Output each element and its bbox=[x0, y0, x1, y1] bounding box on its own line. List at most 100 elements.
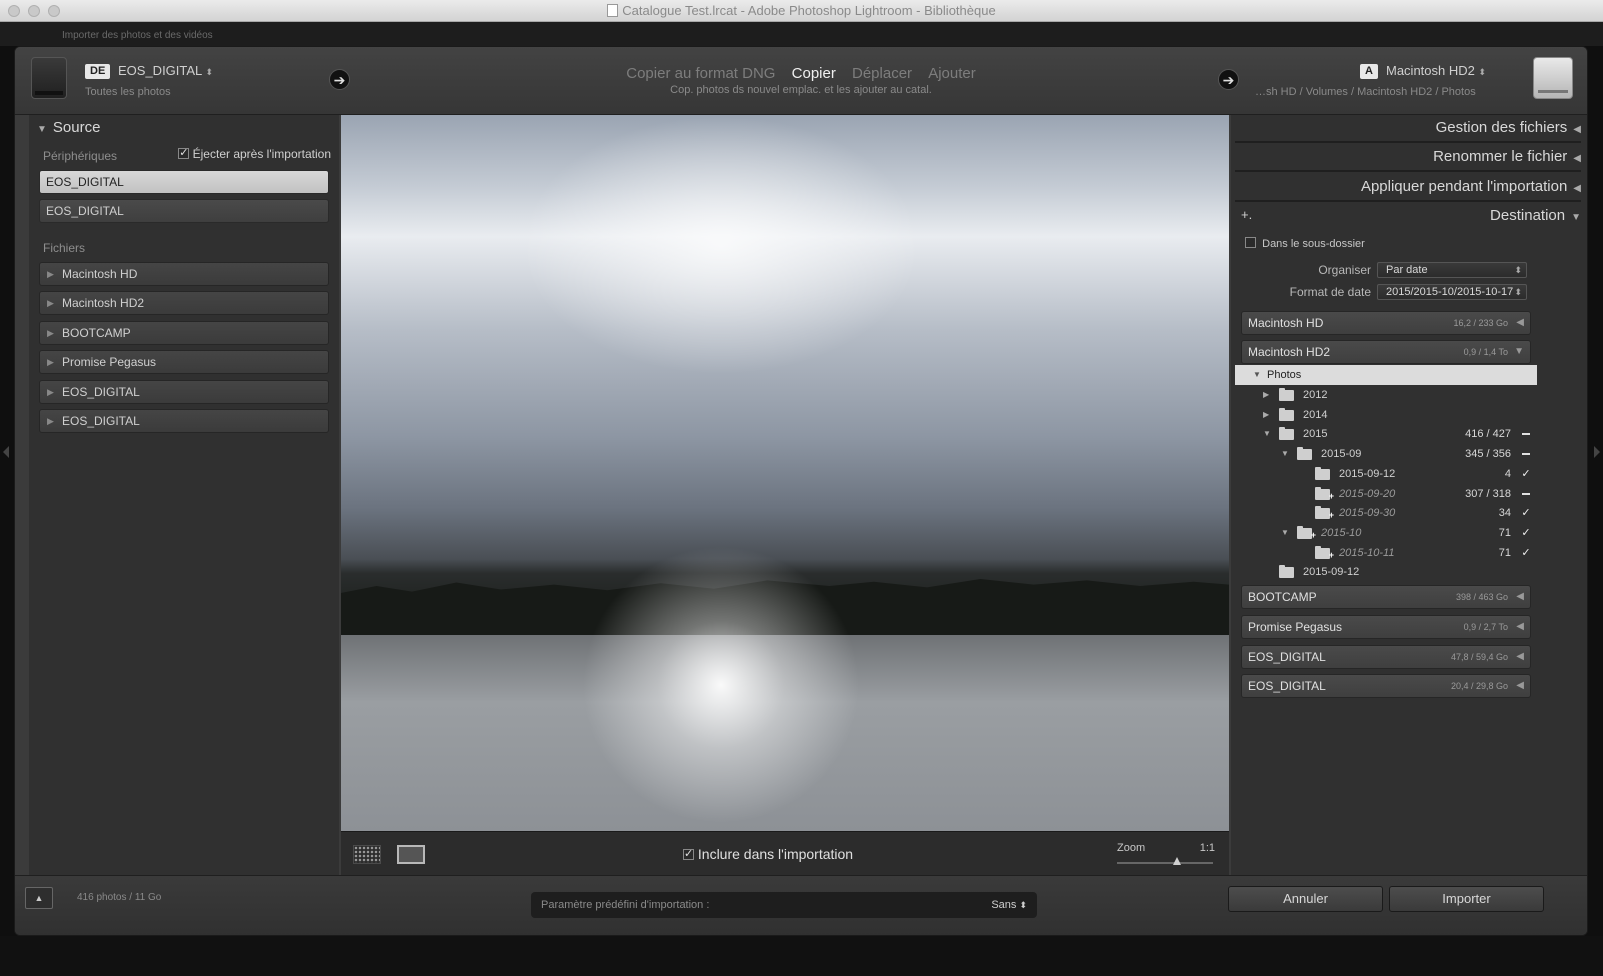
file-source-label: Macintosh HD2 bbox=[62, 296, 145, 310]
volume-name: EOS_DIGITAL bbox=[1248, 679, 1326, 693]
divider bbox=[1235, 141, 1581, 143]
tree-row[interactable]: ▶ 2014 bbox=[1235, 405, 1537, 425]
file-source-item[interactable]: ▶ Macintosh HD2 bbox=[39, 291, 329, 315]
mode-copy-dng[interactable]: Copier au format DNG bbox=[626, 65, 775, 82]
import-button[interactable]: Importer bbox=[1389, 886, 1544, 912]
subfolder-label: Dans le sous-dossier bbox=[1262, 238, 1365, 250]
triangle-right-icon: ▶ bbox=[47, 416, 54, 426]
window-title: Catalogue Test.lrcat - Adobe Photoshop L… bbox=[0, 3, 1603, 18]
add-folder-icon[interactable]: +. bbox=[1241, 207, 1252, 222]
organize-select[interactable]: Par date ⬍ bbox=[1377, 262, 1527, 278]
tree-row[interactable]: 2015-09-20 307 / 318 bbox=[1235, 484, 1537, 506]
volume-macintosh-hd2[interactable]: Macintosh HD2 0,9 / 1,4 To ▼ bbox=[1241, 340, 1531, 364]
mode-copy[interactable]: Copier bbox=[792, 65, 836, 82]
updown-icon: ⬍ bbox=[1514, 265, 1522, 275]
organize-label: Organiser bbox=[1318, 263, 1371, 277]
checkmark-icon[interactable]: ✓ bbox=[1521, 528, 1531, 539]
file-source-item[interactable]: ▶ EOS_DIGITAL bbox=[39, 409, 329, 433]
import-header: DE EOS_DIGITAL ⬍ Toutes les photos ➔ Cop… bbox=[15, 47, 1587, 115]
zoom-label: Zoom bbox=[1117, 842, 1146, 854]
checkmark-icon[interactable]: ✓ bbox=[1521, 469, 1531, 480]
sky-glow bbox=[521, 115, 921, 375]
checkbox-icon bbox=[178, 146, 190, 159]
tree-count: 71 bbox=[1498, 547, 1511, 559]
left-panel-toggle-icon[interactable] bbox=[3, 446, 9, 458]
zoom-slider-track[interactable] bbox=[1117, 862, 1213, 864]
new-folder-icon bbox=[1315, 486, 1334, 506]
grid-view-icon[interactable] bbox=[353, 845, 381, 864]
device-item-eos-digital-2[interactable]: EOS_DIGITAL bbox=[39, 199, 329, 223]
volume-macintosh-hd[interactable]: Macintosh HD 16,2 / 233 Go ◀ bbox=[1241, 311, 1531, 335]
window-titlebar: Catalogue Test.lrcat - Adobe Photoshop L… bbox=[0, 0, 1603, 22]
mode-add[interactable]: Ajouter bbox=[928, 65, 976, 82]
cancel-button[interactable]: Annuler bbox=[1228, 886, 1383, 912]
partial-selection-icon[interactable] bbox=[1521, 429, 1531, 439]
import-dialog: DE EOS_DIGITAL ⬍ Toutes les photos ➔ Cop… bbox=[14, 46, 1588, 936]
file-source-item[interactable]: ▶ BOOTCAMP bbox=[39, 321, 329, 345]
volume-eos-digital-2[interactable]: EOS_DIGITAL 20,4 / 29,8 Go ◀ bbox=[1241, 674, 1531, 698]
file-source-item[interactable]: ▶ Promise Pegasus bbox=[39, 350, 329, 374]
file-source-item[interactable]: ▶ Macintosh HD bbox=[39, 262, 329, 286]
tree-label: 2015 bbox=[1303, 428, 1328, 440]
checkmark-icon[interactable]: ✓ bbox=[1521, 508, 1531, 519]
subfolder-checkbox[interactable]: Dans le sous-dossier bbox=[1245, 237, 1365, 250]
tree-label: 2015-09-20 bbox=[1339, 488, 1396, 500]
date-format-select[interactable]: 2015/2015-10/2015-10-17 ⬍ bbox=[1377, 284, 1527, 300]
folder-icon bbox=[1297, 447, 1312, 460]
file-source-label: EOS_DIGITAL bbox=[62, 385, 140, 399]
devices-label: Périphériques bbox=[43, 149, 118, 163]
tree-label: 2015-09 bbox=[1321, 448, 1362, 460]
eject-after-import-checkbox[interactable]: Éjecter après l'importation bbox=[178, 146, 331, 161]
new-folder-icon bbox=[1297, 525, 1316, 545]
loupe-photo-preview[interactable] bbox=[341, 115, 1229, 831]
loupe-view-icon[interactable] bbox=[397, 845, 425, 864]
source-panel-header[interactable]: ▼ Source bbox=[37, 119, 100, 145]
volume-eos-digital-1[interactable]: EOS_DIGITAL 47,8 / 59,4 Go ◀ bbox=[1241, 645, 1531, 669]
destination-header[interactable]: Destination ▼ bbox=[1490, 207, 1581, 233]
triangle-left-icon: ◀ bbox=[1516, 621, 1524, 632]
partial-selection-icon[interactable] bbox=[1521, 449, 1531, 459]
tree-row[interactable]: ▼ 2015-09 345 / 356 bbox=[1235, 444, 1537, 464]
device-item-eos-digital-1[interactable]: EOS_DIGITAL bbox=[39, 170, 329, 194]
collapse-up-icon[interactable]: ▲ bbox=[25, 887, 53, 909]
destination-selector[interactable]: Macintosh HD2 ⬍ bbox=[1386, 63, 1486, 78]
tree-row[interactable]: ▶ 2012 bbox=[1235, 385, 1537, 405]
include-label: Inclure dans l'importation bbox=[697, 846, 854, 862]
volume-name: EOS_DIGITAL bbox=[1248, 650, 1326, 664]
window-title-text: Catalogue Test.lrcat - Adobe Photoshop L… bbox=[622, 3, 996, 18]
volume-bootcamp[interactable]: BOOTCAMP 398 / 463 Go ◀ bbox=[1241, 585, 1531, 609]
file-source-label: BOOTCAMP bbox=[62, 326, 131, 340]
tree-count: 345 / 356 bbox=[1465, 448, 1511, 460]
updown-icon: ⬍ bbox=[1478, 67, 1487, 77]
tree-row[interactable]: 2015-09-30 34 ✓ bbox=[1235, 503, 1537, 525]
file-source-label: EOS_DIGITAL bbox=[62, 414, 140, 428]
include-in-import-checkbox[interactable]: Inclure dans l'importation bbox=[683, 846, 853, 862]
partial-selection-icon[interactable] bbox=[1521, 489, 1531, 499]
folder-icon bbox=[1279, 427, 1294, 440]
tree-row-photos[interactable]: ▼ Photos bbox=[1235, 365, 1537, 385]
triangle-down-icon: ▼ bbox=[1281, 449, 1289, 458]
section-title: Destination bbox=[1490, 207, 1566, 224]
tree-row[interactable]: ▼ 2015 416 / 427 bbox=[1235, 424, 1537, 444]
tree-row[interactable]: ▼ 2015-10 71 ✓ bbox=[1235, 523, 1537, 545]
volume-capacity: 398 / 463 Go bbox=[1455, 592, 1508, 602]
tree-row[interactable]: 2015-10-11 71 ✓ bbox=[1235, 543, 1537, 565]
volume-capacity: 16,2 / 233 Go bbox=[1453, 318, 1508, 328]
file-source-item[interactable]: ▶ EOS_DIGITAL bbox=[39, 380, 329, 404]
import-footer: ▲ 416 photos / 11 Go Paramètre prédéfini… bbox=[15, 875, 1587, 935]
triangle-down-icon: ▼ bbox=[1253, 370, 1261, 379]
tree-label: 2015-10-11 bbox=[1339, 547, 1395, 559]
folder-icon bbox=[1279, 565, 1294, 578]
volume-promise-pegasus[interactable]: Promise Pegasus 0,9 / 2,7 To ◀ bbox=[1241, 615, 1531, 639]
destination-drive-icon[interactable] bbox=[1533, 57, 1573, 99]
right-panel-toggle-icon[interactable] bbox=[1594, 446, 1600, 458]
import-preset-selector[interactable]: Paramètre prédéfini d'importation : Sans … bbox=[531, 892, 1037, 918]
tree-row[interactable]: 2015-09-12 4 ✓ bbox=[1235, 464, 1537, 484]
divider bbox=[1235, 170, 1581, 172]
tree-row[interactable]: 2015-09-12 bbox=[1235, 562, 1537, 582]
mode-move[interactable]: Déplacer bbox=[852, 65, 912, 82]
zoom-slider-handle[interactable] bbox=[1173, 857, 1181, 865]
tree-label: 2015-09-12 bbox=[1339, 468, 1396, 480]
triangle-right-icon: ▶ bbox=[1263, 390, 1270, 399]
checkmark-icon[interactable]: ✓ bbox=[1521, 548, 1531, 559]
